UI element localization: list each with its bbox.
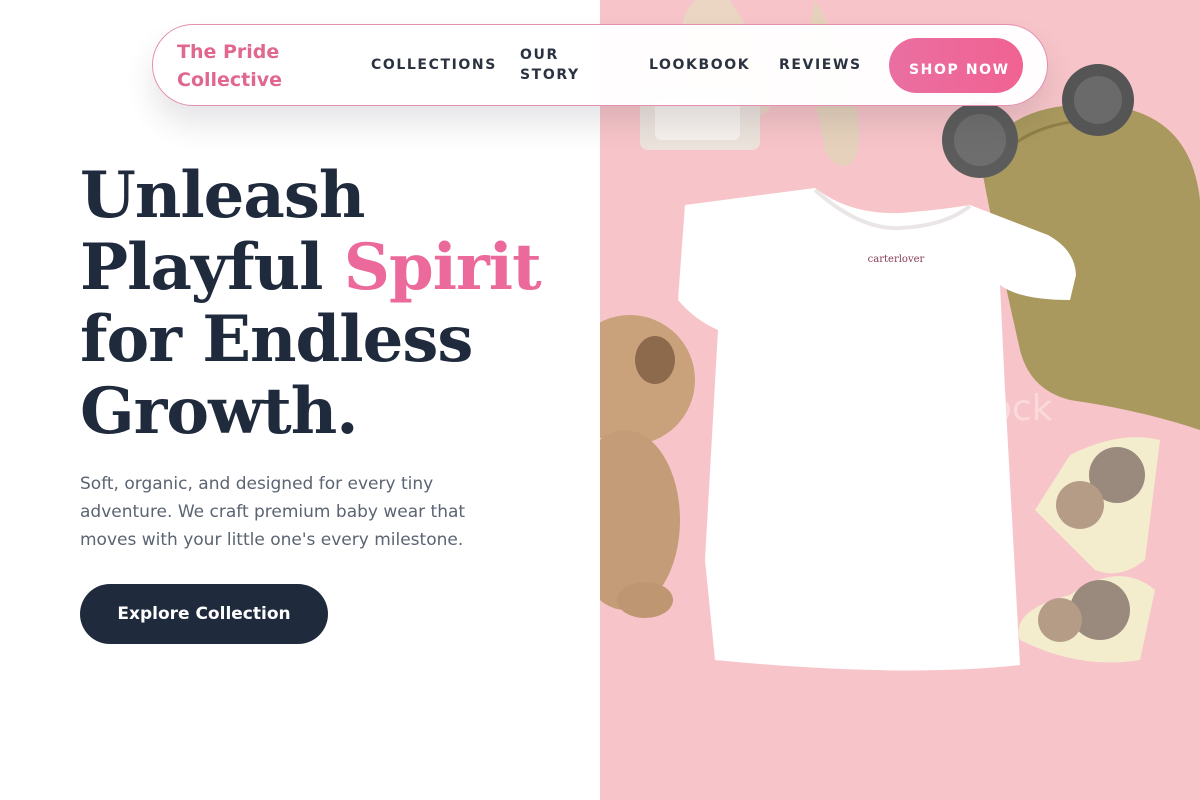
hero-title: Unleash Playful Spirit for Endless Growt… [80,160,580,448]
hero-title-accent: Spirit [343,230,542,305]
hero-photo: carterlover shutterstock [600,0,1200,800]
nav-link-reviews[interactable]: REVIEWS [779,55,862,75]
nav-link-lookbook[interactable]: LOOKBOOK [649,55,750,75]
hero-title-line1: Unleash [80,158,365,233]
brand-logo[interactable]: The Pride Collective [177,38,297,94]
tshirt-tag: carterlover [868,254,925,265]
hero-title-line3: for Endless [80,302,473,377]
explore-collection-button[interactable]: Explore Collection [80,584,328,644]
hero-title-line4: Growth. [80,374,359,449]
hero-description: Soft, organic, and designed for every ti… [80,474,466,550]
nav-link-collections[interactable]: COLLECTIONS [371,55,497,75]
hero-title-line2a: Playful [80,230,344,305]
top-navigation: The Pride Collective COLLECTIONS OUR STO… [152,24,1048,106]
watermark-text: shutterstock [827,388,1052,429]
hero-section: Unleash Playful Spirit for Endless Growt… [80,160,580,554]
nav-link-our-story[interactable]: OUR STORY [520,45,590,85]
shop-now-button[interactable]: SHOP NOW [889,38,1023,93]
